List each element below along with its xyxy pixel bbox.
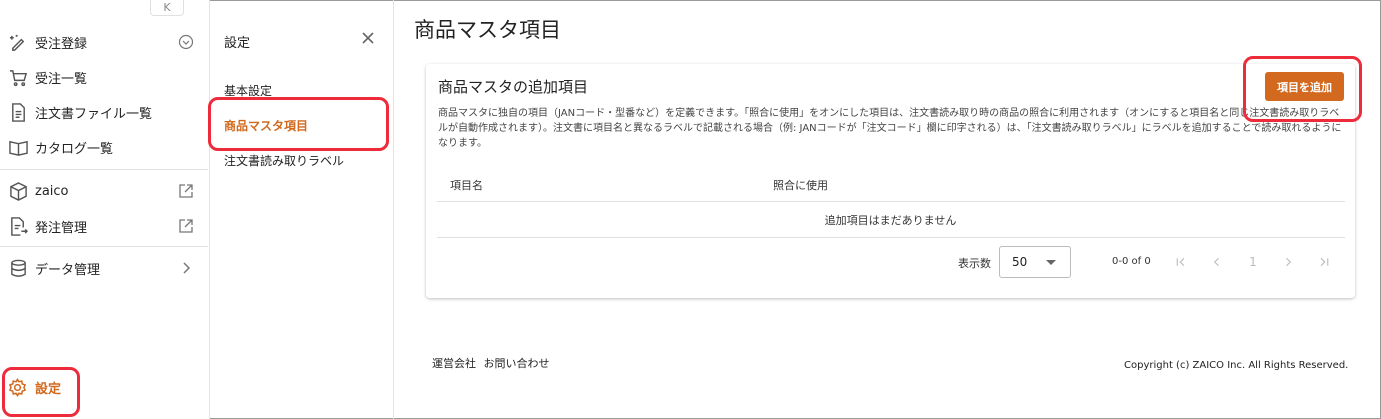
previous-page-icon[interactable]	[1207, 252, 1227, 272]
collapse-icon: K	[163, 1, 171, 14]
sidebar-item-label: カタログ一覧	[35, 141, 114, 157]
highlight-product-master-menu	[208, 97, 389, 151]
footer-link-company[interactable]: 運営会社	[432, 357, 476, 370]
page-title: 商品マスタ項目	[414, 18, 561, 42]
settings-subpanel: 設定 基本設定 商品マスタ項目 注文書読み取りラベル	[210, 0, 394, 419]
pagination-range: 0-0 of 0	[1112, 256, 1151, 267]
pencil-sparkle-icon	[8, 32, 28, 52]
column-header-use-for-matching: 照合に使用	[773, 179, 828, 192]
sidebar-item-label: 受注一覧	[35, 71, 88, 87]
document-icon	[8, 102, 28, 122]
sidebar-item-label: 発注管理	[35, 220, 88, 236]
sidebar-item-order-files[interactable]: 注文書ファイル一覧	[0, 97, 208, 127]
next-page-icon[interactable]	[1278, 252, 1298, 272]
sidebar-divider	[0, 169, 208, 170]
last-page-icon[interactable]	[1314, 252, 1334, 272]
box-icon	[8, 181, 28, 201]
current-page-number: 1	[1249, 255, 1257, 269]
open-book-icon	[8, 137, 28, 157]
first-page-icon[interactable]	[1171, 252, 1191, 272]
copyright-text: Copyright (c) ZAICO Inc. All Rights Rese…	[1124, 360, 1349, 371]
rows-per-page-value: 50	[1012, 255, 1028, 269]
sidebar-item-zaico[interactable]: zaico	[0, 176, 208, 206]
collapse-sidebar-button[interactable]: K	[150, 0, 184, 16]
table-divider	[437, 201, 1345, 202]
sidebar-item-data-management[interactable]: データ管理	[0, 253, 208, 283]
column-header-field-name: 項目名	[450, 179, 483, 192]
sidebar-item-label: データ管理	[35, 262, 101, 278]
highlight-settings-menu	[2, 367, 80, 417]
sidebar-item-purchase-management[interactable]: 発注管理	[0, 211, 208, 241]
sidebar-item-label: zaico	[35, 183, 69, 199]
database-icon	[8, 258, 28, 278]
sidebar: K 受注登録 受注一覧 注文書ファイル一覧 カタログ一覧 zaico 発注管理 …	[0, 0, 210, 419]
external-link-icon[interactable]	[178, 183, 194, 199]
footer-link-contact[interactable]: お問い合わせ	[484, 357, 550, 370]
document-export-icon	[8, 216, 28, 236]
additional-fields-card: 商品マスタの追加項目 項目を追加 商品マスタに独自の項目（JANコード・型番など…	[426, 64, 1355, 298]
highlight-add-field-button	[1243, 56, 1362, 122]
sidebar-item-label: 注文書ファイル一覧	[35, 106, 153, 122]
subpanel-title: 設定	[224, 36, 251, 51]
sidebar-item-catalog-list[interactable]: カタログ一覧	[0, 132, 208, 162]
footer-links: 運営会社 お問い合わせ	[432, 355, 554, 371]
rows-per-page-select[interactable]: 50	[999, 246, 1071, 278]
sidebar-item-order-entry[interactable]: 受注登録	[0, 27, 208, 57]
table-divider	[437, 237, 1345, 238]
rows-per-page-label: 表示数	[958, 257, 991, 270]
card-title: 商品マスタの追加項目	[438, 78, 589, 96]
sidebar-item-order-list[interactable]: 受注一覧	[0, 62, 208, 92]
card-description: 商品マスタに独自の項目（JANコード・型番など）を定義できます。「照合に使用」を…	[438, 108, 1342, 149]
sidebar-item-label: 受注登録	[35, 36, 88, 52]
dropdown-arrow-icon	[1046, 260, 1056, 265]
subpanel-item-order-labels[interactable]: 注文書読み取りラベル	[224, 152, 344, 169]
chevron-down-circle-icon[interactable]	[178, 34, 194, 50]
empty-state-text: 追加項目はまだありません	[824, 214, 957, 227]
chevron-right-icon	[178, 260, 194, 276]
external-link-icon[interactable]	[178, 218, 194, 234]
sidebar-divider	[0, 246, 208, 247]
close-icon[interactable]	[360, 30, 376, 46]
cart-icon	[8, 67, 28, 87]
